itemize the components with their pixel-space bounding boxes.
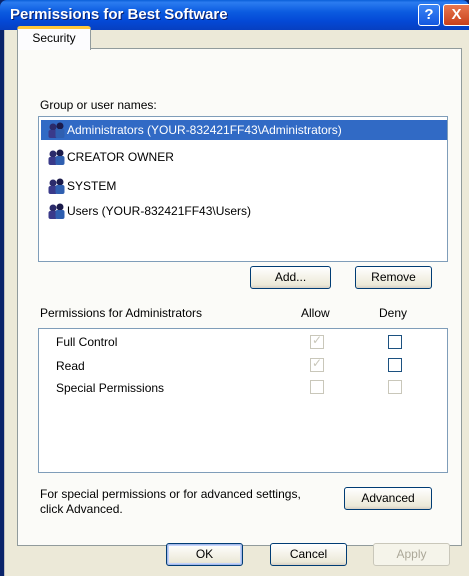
advanced-note-line1: For special permissions or for advanced …: [40, 487, 301, 501]
checkmark-icon: ✓: [312, 333, 323, 347]
help-button[interactable]: ?: [418, 4, 440, 26]
permission-read-label: Read: [56, 359, 85, 373]
apply-button[interactable]: Apply: [373, 543, 450, 566]
checkmark-icon: ✓: [312, 356, 323, 370]
permission-special-permissions-label: Special Permissions: [56, 381, 165, 395]
cancel-button[interactable]: Cancel: [270, 543, 347, 566]
advanced-button[interactable]: Advanced: [344, 487, 432, 510]
user-name: Users (YOUR-832421FF43\Users): [67, 204, 252, 218]
group-or-user-names-label: Group or user names:: [40, 98, 157, 112]
full-control-allow-checkbox[interactable]: ✓: [310, 333, 324, 349]
permissions-list: Full Control ✓ Read ✓ Special Permission…: [38, 328, 448, 473]
permissions-header: Permissions for Administrators: [40, 306, 203, 320]
remove-button[interactable]: Remove: [355, 266, 432, 289]
read-allow-checkbox[interactable]: ✓: [310, 356, 324, 372]
user-item-creator-owner[interactable]: CREATOR OWNER: [41, 147, 447, 167]
users-group-icon: [48, 203, 65, 219]
user-list[interactable]: Administrators (YOUR-832421FF43\Administ…: [38, 116, 448, 262]
ok-button[interactable]: OK: [166, 543, 243, 566]
user-item-system[interactable]: SYSTEM: [41, 176, 447, 196]
read-deny-checkbox[interactable]: [388, 358, 402, 372]
users-group-icon: [48, 178, 65, 194]
user-name: Administrators (YOUR-832421FF43\Administ…: [67, 123, 342, 137]
full-control-deny-checkbox[interactable]: [388, 335, 402, 349]
user-name: SYSTEM: [67, 179, 117, 193]
user-name: CREATOR OWNER: [67, 150, 174, 164]
users-group-icon: [48, 149, 65, 165]
user-item-users[interactable]: Users (YOUR-832421FF43\Users): [41, 201, 447, 221]
window-title: Permissions for Best Software: [10, 6, 228, 23]
permission-full-control-label: Full Control: [56, 335, 118, 349]
permissions-window: Permissions for Best Software ? X Securi…: [0, 0, 469, 576]
tab-security[interactable]: Security: [17, 26, 91, 50]
advanced-note-line2: click Advanced.: [40, 502, 123, 516]
close-button[interactable]: X: [443, 4, 469, 26]
allow-column-header: Allow: [301, 306, 330, 320]
add-button[interactable]: Add...: [250, 266, 331, 289]
deny-column-header: Deny: [379, 306, 408, 320]
users-group-icon: [48, 122, 65, 138]
special-permissions-allow-checkbox[interactable]: [310, 380, 324, 394]
special-permissions-deny-checkbox[interactable]: [388, 380, 402, 394]
user-item-administrators[interactable]: Administrators (YOUR-832421FF43\Administ…: [41, 120, 447, 140]
